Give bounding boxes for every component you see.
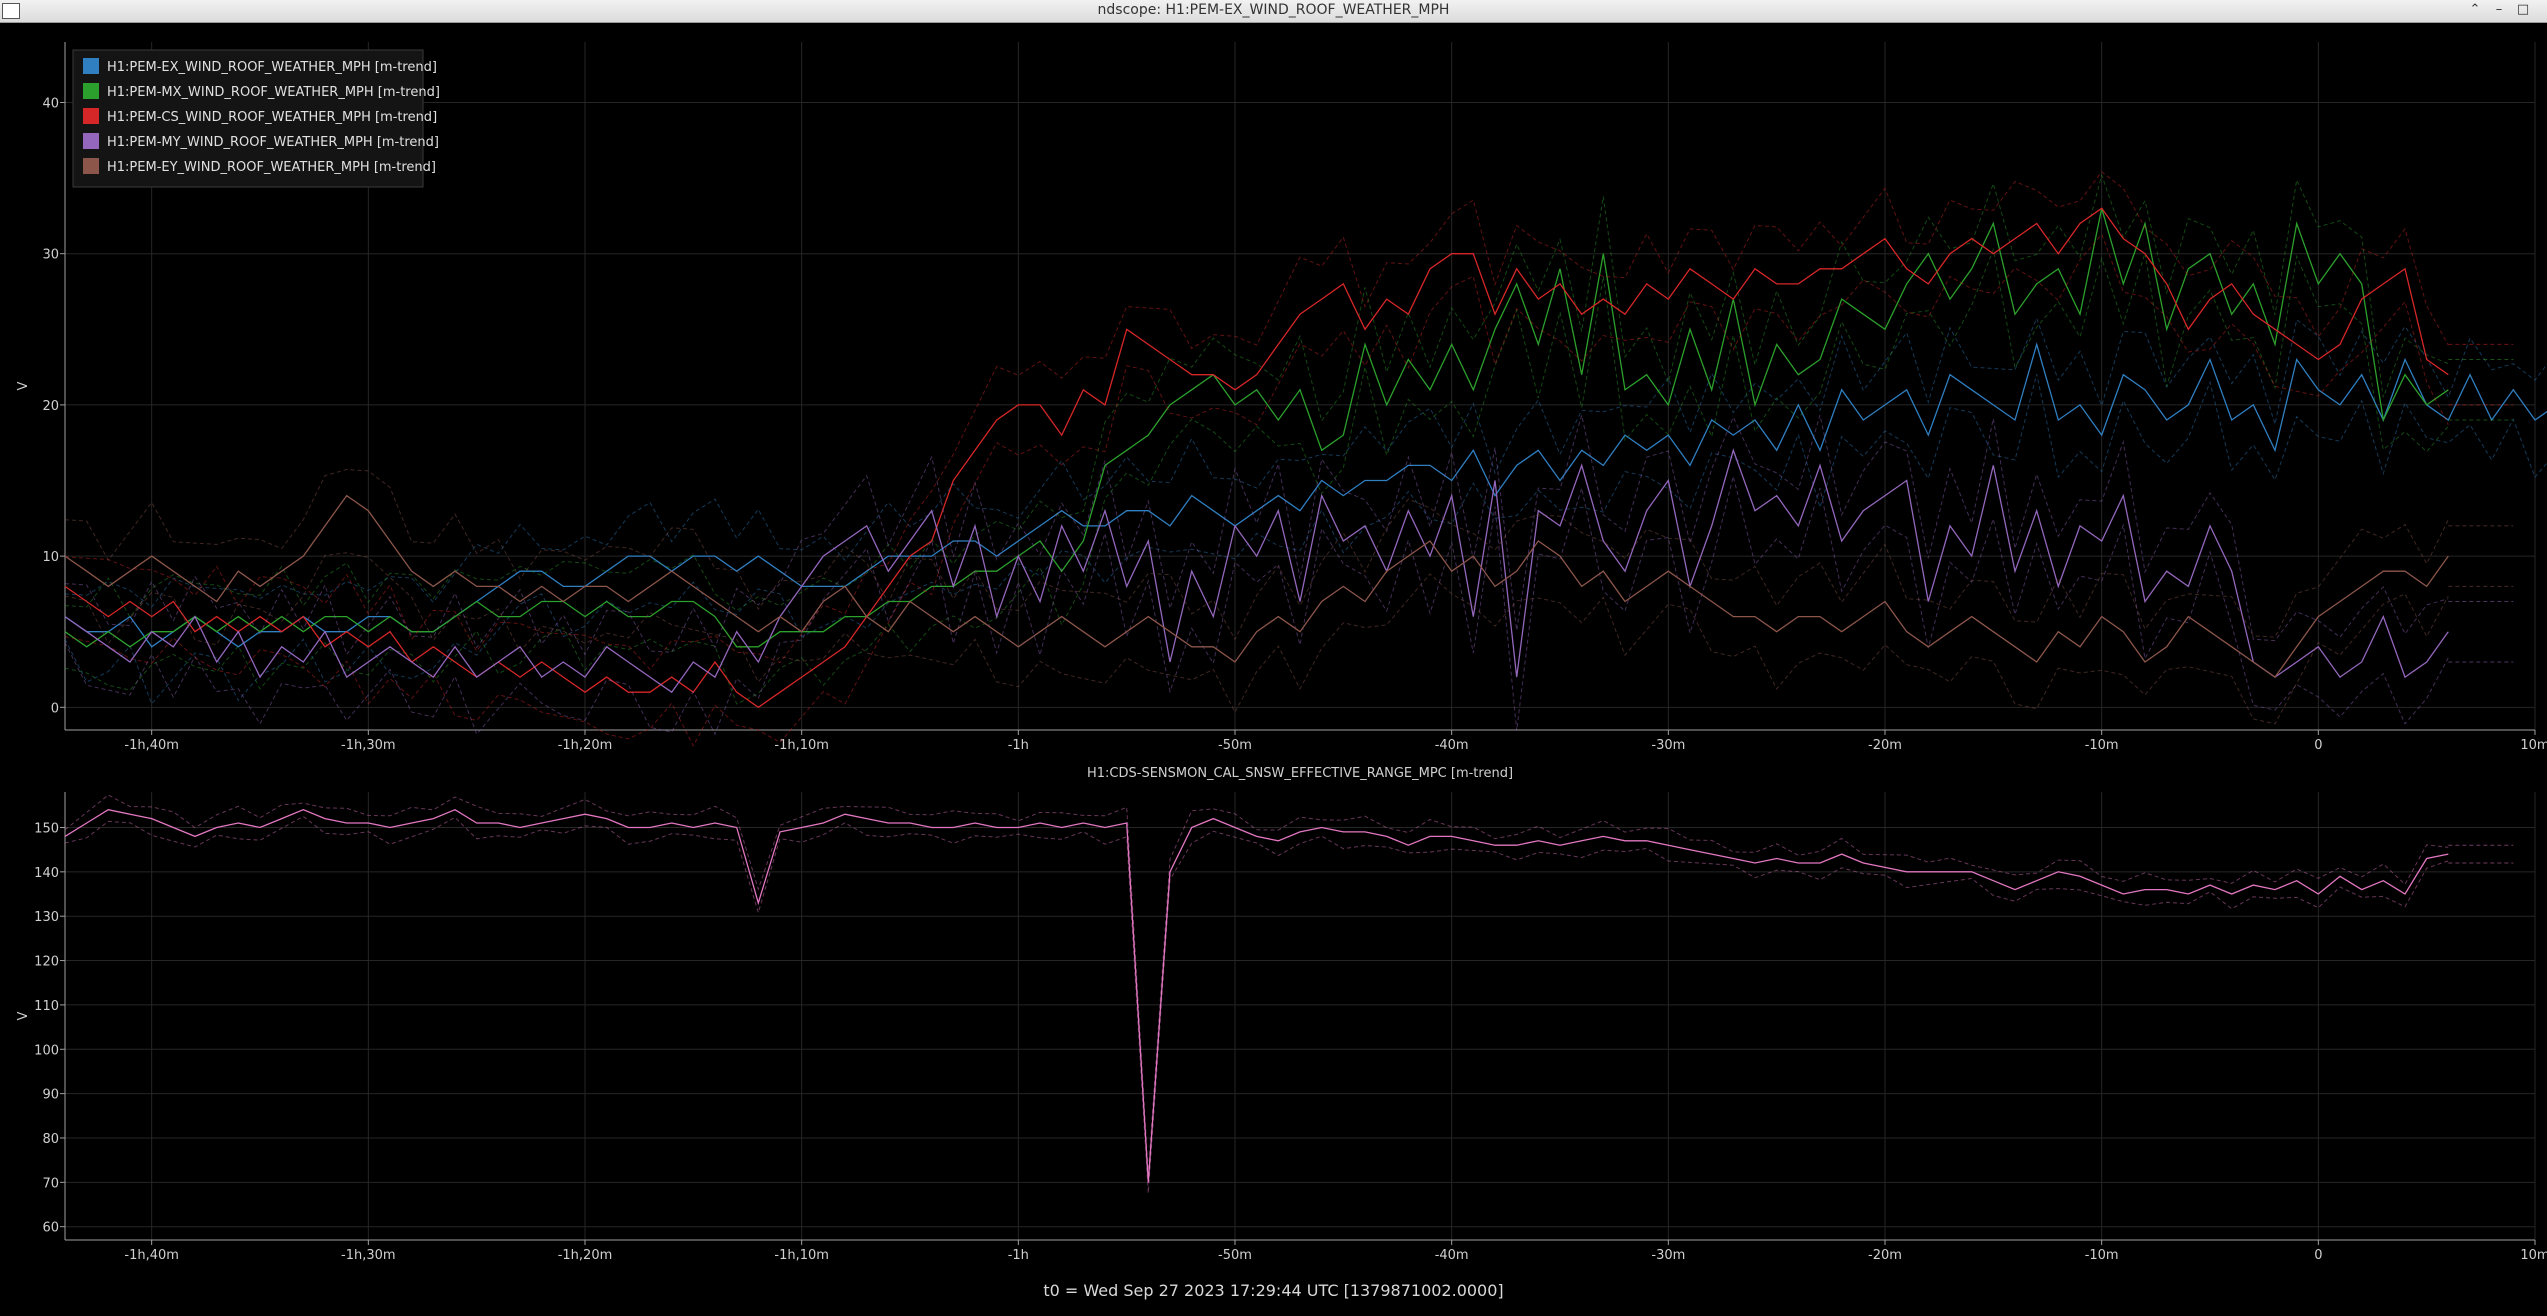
x-tick-label: -1h,40m xyxy=(124,738,179,753)
x-tick-label: -1h,20m xyxy=(558,738,613,753)
window-titlebar: ndscope: H1:PEM-EX_WIND_ROOF_WEATHER_MPH… xyxy=(0,0,2547,23)
legend-swatch xyxy=(83,158,99,174)
x-tick-label: 0 xyxy=(2314,1248,2322,1263)
legend-swatch xyxy=(83,108,99,124)
series-max-envelope xyxy=(64,316,2547,608)
legend-swatch xyxy=(83,83,99,99)
y-tick-label: 110 xyxy=(34,999,59,1014)
y-tick-label: 30 xyxy=(42,248,59,263)
x-tick-label: -1h xyxy=(1008,1248,1029,1263)
x-tick-label: 10m xyxy=(2520,738,2547,753)
close-icon[interactable]: □ xyxy=(2514,1,2532,19)
y-tick-label: 90 xyxy=(42,1088,59,1103)
x-tick-label: -40m xyxy=(1435,738,1469,753)
series-max-envelope xyxy=(64,173,2449,619)
x-tick-label: -20m xyxy=(1868,738,1902,753)
x-tick-label: -1h,30m xyxy=(341,738,396,753)
legend-entry: H1:PEM-MY_WIND_ROOF_WEATHER_MPH [m-trend… xyxy=(107,135,439,150)
series-line xyxy=(64,808,2449,1183)
x-tick-label: -10m xyxy=(2085,1248,2119,1263)
series-min-envelope xyxy=(64,373,2547,705)
x-tick-label: -1h,20m xyxy=(558,1248,613,1263)
y-tick-label: 40 xyxy=(42,96,59,111)
plot-title: H1:CDS-SENSMON_CAL_SNSW_EFFECTIVE_RANGE_… xyxy=(1087,766,1513,781)
series-line xyxy=(64,342,2547,648)
series-max-envelope xyxy=(64,468,2449,641)
legend: H1:PEM-EX_WIND_ROOF_WEATHER_MPH [m-trend… xyxy=(72,49,440,188)
y-axis-label: V xyxy=(16,1011,31,1020)
x-tick-label: -1h,10m xyxy=(774,1248,829,1263)
y-tick-label: 10 xyxy=(42,550,59,565)
x-tick-label: -1h,10m xyxy=(774,738,829,753)
x-tick-label: -50m xyxy=(1218,1248,1252,1263)
legend-entry: H1:PEM-MX_WIND_ROOF_WEATHER_MPH [m-trend… xyxy=(107,85,440,100)
y-tick-label: 120 xyxy=(34,955,59,970)
series-line xyxy=(64,448,2449,694)
legend-entry: H1:PEM-EX_WIND_ROOF_WEATHER_MPH [m-trend… xyxy=(107,60,437,75)
y-tick-label: 70 xyxy=(42,1176,59,1191)
series-line xyxy=(64,208,2449,648)
series-line xyxy=(64,494,2449,678)
y-tick-label: 140 xyxy=(34,866,59,881)
x-tick-label: -10m xyxy=(2085,738,2119,753)
y-tick-label: 20 xyxy=(42,399,59,414)
x-tick-label: -1h,30m xyxy=(341,1248,396,1263)
x-tick-label: -20m xyxy=(1868,1248,1902,1263)
y-tick-label: 150 xyxy=(34,821,59,836)
plot-area[interactable]: -1h,40m -1h,30m -1h,20m -1h,10m -1h -50m -40m -… xyxy=(0,22,2547,1316)
x-tick-label: -30m xyxy=(1651,1248,1685,1263)
y-tick-label: 100 xyxy=(34,1043,59,1058)
window-title: ndscope: H1:PEM-EX_WIND_ROOF_WEATHER_MPH xyxy=(1097,2,1450,18)
legend-swatch xyxy=(83,58,99,74)
x-tick-label: 10m xyxy=(2520,1248,2547,1263)
legend-entry: H1:PEM-CS_WIND_ROOF_WEATHER_MPH [m-trend… xyxy=(107,110,437,125)
legend-swatch xyxy=(83,133,99,149)
restore-icon[interactable]: – xyxy=(2490,1,2508,19)
x-tick-label: 0 xyxy=(2314,738,2322,753)
series-min-envelope xyxy=(64,476,2449,736)
y-tick-label: 80 xyxy=(42,1132,59,1147)
x-tick-label: -50m xyxy=(1218,738,1252,753)
y-tick-label: 130 xyxy=(34,910,59,925)
legend-entry: H1:PEM-EY_WIND_ROOF_WEATHER_MPH [m-trend… xyxy=(107,160,436,175)
t0-timestamp: t0 = Wed Sep 27 2023 17:29:44 UTC [13798… xyxy=(1043,1281,1504,1300)
x-tick-label: -1h xyxy=(1008,738,1029,753)
series-min-envelope xyxy=(64,247,2449,705)
series-max-envelope xyxy=(64,794,2449,1174)
bottom-plot[interactable]: -1h,40m -1h,30m -1h,20m -1h,10m -1h -50m -40m -… xyxy=(16,792,2547,1263)
x-tick-label: -1h,40m xyxy=(124,1248,179,1263)
y-tick-label: 0 xyxy=(51,701,59,716)
x-tick-label: -30m xyxy=(1651,738,1685,753)
y-tick-label: 60 xyxy=(42,1221,59,1236)
top-plot[interactable]: -1h,40m -1h,30m -1h,20m -1h,10m -1h -50m -40m -… xyxy=(16,42,2547,753)
minimize-icon[interactable]: ⌃ xyxy=(2466,1,2484,19)
x-tick-label: -40m xyxy=(1435,1248,1469,1263)
y-axis-label: V xyxy=(16,381,31,390)
